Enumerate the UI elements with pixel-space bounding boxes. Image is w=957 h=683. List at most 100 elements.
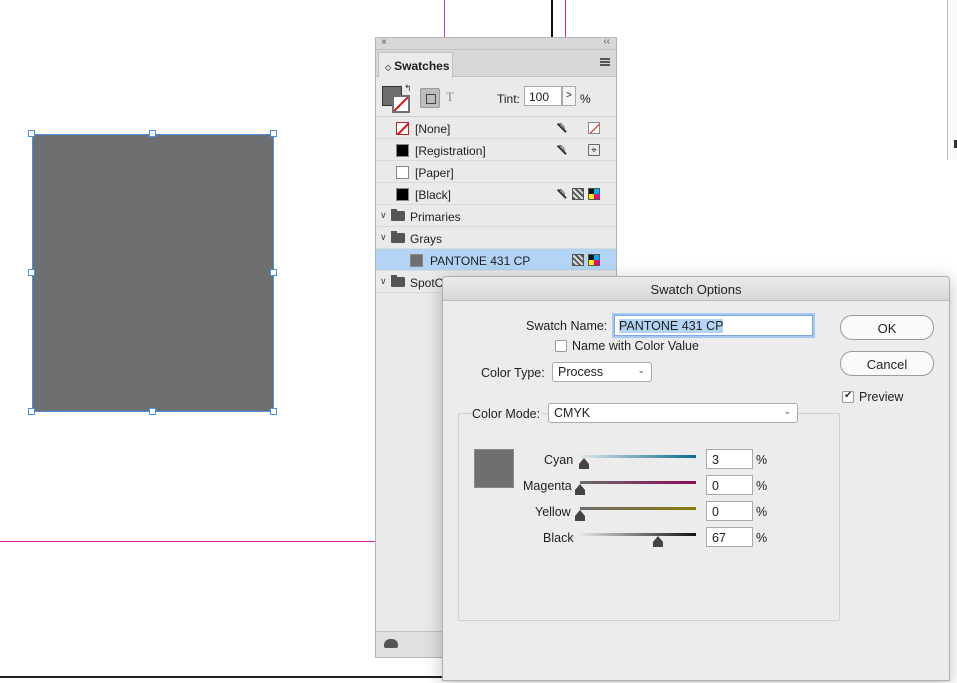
swatch-name-value: PANTONE 431 CP: [619, 319, 724, 333]
margin-guide-pink: [565, 0, 566, 38]
folder-icon: [391, 275, 405, 287]
handle-bottom-left[interactable]: [28, 408, 35, 415]
group-name: Primaries: [410, 210, 461, 224]
handle-top-middle[interactable]: [149, 130, 156, 137]
yellow-label: Yellow: [535, 505, 571, 519]
cloud-library-icon[interactable]: [384, 639, 398, 648]
gray-rectangle-frame[interactable]: [32, 134, 274, 412]
page-bottom-edge: [0, 676, 445, 678]
color-type-label: Color Type:: [481, 366, 545, 380]
black-swatch-chip: [396, 188, 409, 201]
magenta-label: Magenta: [523, 479, 572, 493]
cancel-button[interactable]: Cancel: [840, 351, 934, 376]
name-with-color-value-checkbox[interactable]: [555, 340, 567, 352]
color-preview-swatch: [474, 449, 514, 488]
swatch-row-pantone-431[interactable]: PANTONE 431 CP: [376, 249, 616, 271]
none-swatch-chip: [396, 122, 409, 135]
panel-tab-bar: ◇ Swatches: [376, 50, 616, 78]
collapse-panel-icon[interactable]: ‹‹: [603, 36, 610, 47]
tint-label: Tint:: [497, 92, 520, 106]
yellow-percent-unit: %: [756, 505, 768, 519]
magenta-percent-unit: %: [756, 479, 768, 493]
swatch-name-input[interactable]: PANTONE 431 CP: [614, 315, 813, 336]
handle-bottom-right[interactable]: [270, 408, 277, 415]
tint-input[interactable]: 100: [524, 86, 562, 106]
cyan-label: Cyan: [544, 453, 574, 467]
magenta-slider-thumb[interactable]: [575, 484, 585, 495]
magenta-slider-track[interactable]: [580, 481, 696, 484]
chevron-down-icon[interactable]: ∨: [380, 276, 387, 287]
cyan-slider-thumb[interactable]: [579, 458, 589, 469]
magenta-value-input[interactable]: 0: [706, 475, 753, 495]
swatch-name: [None]: [415, 122, 451, 136]
registration-swatch-chip: [396, 144, 409, 157]
tint-slider-toggle[interactable]: >: [562, 86, 576, 106]
preview-checkbox[interactable]: [842, 390, 854, 403]
tab-arrows-icon: ◇: [385, 63, 392, 72]
yellow-slider-track[interactable]: [580, 507, 696, 510]
black-label: Black: [543, 531, 574, 545]
swatch-row-black[interactable]: [Black]: [376, 183, 616, 205]
handle-middle-left[interactable]: [28, 269, 35, 276]
folder-icon: [391, 209, 405, 221]
black-percent-unit: %: [756, 531, 768, 545]
handle-middle-right[interactable]: [270, 269, 277, 276]
yellow-slider-thumb[interactable]: [575, 510, 585, 521]
close-icon[interactable]: ×: [381, 37, 387, 48]
color-group-grays[interactable]: ∨ Grays: [376, 227, 616, 249]
handle-bottom-middle[interactable]: [149, 408, 156, 415]
swatch-row-none[interactable]: [None]: [376, 117, 616, 139]
cyan-slider-track[interactable]: [580, 455, 696, 458]
color-mode-select[interactable]: CMYK ⌄: [548, 403, 798, 423]
dialog-title: Swatch Options: [443, 277, 949, 301]
handle-top-right[interactable]: [270, 130, 277, 137]
chevron-down-icon: ⌄: [637, 365, 645, 375]
black-slider-thumb[interactable]: [653, 536, 663, 547]
margin-guide-horizontal: [0, 541, 377, 542]
black-value-input[interactable]: 67: [706, 527, 753, 547]
swatch-row-paper[interactable]: [Paper]: [376, 161, 616, 183]
tab-swatches[interactable]: ◇ Swatches: [378, 52, 453, 78]
adjacent-panel-edge: [947, 0, 957, 160]
cyan-value-input[interactable]: 3: [706, 449, 753, 469]
pantone-swatch-chip: [410, 254, 423, 267]
swatch-list: [None] [Registration] ⌖ [Paper] [Black] …: [376, 117, 616, 293]
formatting-text-button[interactable]: T: [446, 89, 454, 105]
black-slider-track[interactable]: [580, 533, 696, 536]
preview-label: Preview: [859, 390, 904, 404]
color-mode-group: [458, 413, 840, 621]
cmyk-mode-icon: [588, 254, 600, 266]
cyan-percent-unit: %: [756, 453, 768, 467]
chevron-down-icon[interactable]: ∨: [380, 210, 387, 221]
swatch-options-dialog: Swatch Options Swatch Name: PANTONE 431 …: [442, 276, 950, 681]
swatch-row-registration[interactable]: [Registration] ⌖: [376, 139, 616, 161]
swatch-name: [Paper]: [415, 166, 454, 180]
fill-stroke-controls: ↰ T Tint: 100 > %: [376, 77, 616, 117]
tab-swatches-label: Swatches: [394, 59, 450, 73]
column-guide-purple: [444, 0, 445, 38]
not-editable-icon: [556, 122, 568, 134]
swap-fill-stroke-icon[interactable]: ↰: [404, 83, 412, 94]
registration-target-icon: ⌖: [588, 144, 600, 156]
not-editable-icon: [556, 188, 568, 200]
color-group-primaries[interactable]: ∨ Primaries: [376, 205, 616, 227]
swatch-name-label: Swatch Name:: [526, 319, 608, 333]
folder-icon: [391, 231, 405, 243]
formatting-container-button[interactable]: [420, 88, 440, 108]
group-name: Grays: [410, 232, 443, 246]
process-color-icon: [572, 188, 584, 200]
handle-top-left[interactable]: [28, 130, 35, 137]
swatch-name: PANTONE 431 CP: [430, 254, 531, 268]
panel-menu-icon[interactable]: [600, 58, 610, 66]
yellow-value-input[interactable]: 0: [706, 501, 753, 521]
ok-button[interactable]: OK: [840, 315, 934, 340]
chevron-down-icon[interactable]: ∨: [380, 232, 387, 243]
process-color-icon: [572, 254, 584, 266]
tint-percent-unit: %: [580, 92, 591, 106]
color-mode-value: CMYK: [554, 406, 591, 420]
stroke-swatch-chip[interactable]: [392, 95, 410, 113]
name-with-color-value-label: Name with Color Value: [572, 339, 699, 353]
chevron-down-icon: ⌄: [783, 406, 791, 416]
swatch-name: [Registration]: [415, 144, 486, 158]
color-type-select[interactable]: Process ⌄: [552, 362, 652, 382]
